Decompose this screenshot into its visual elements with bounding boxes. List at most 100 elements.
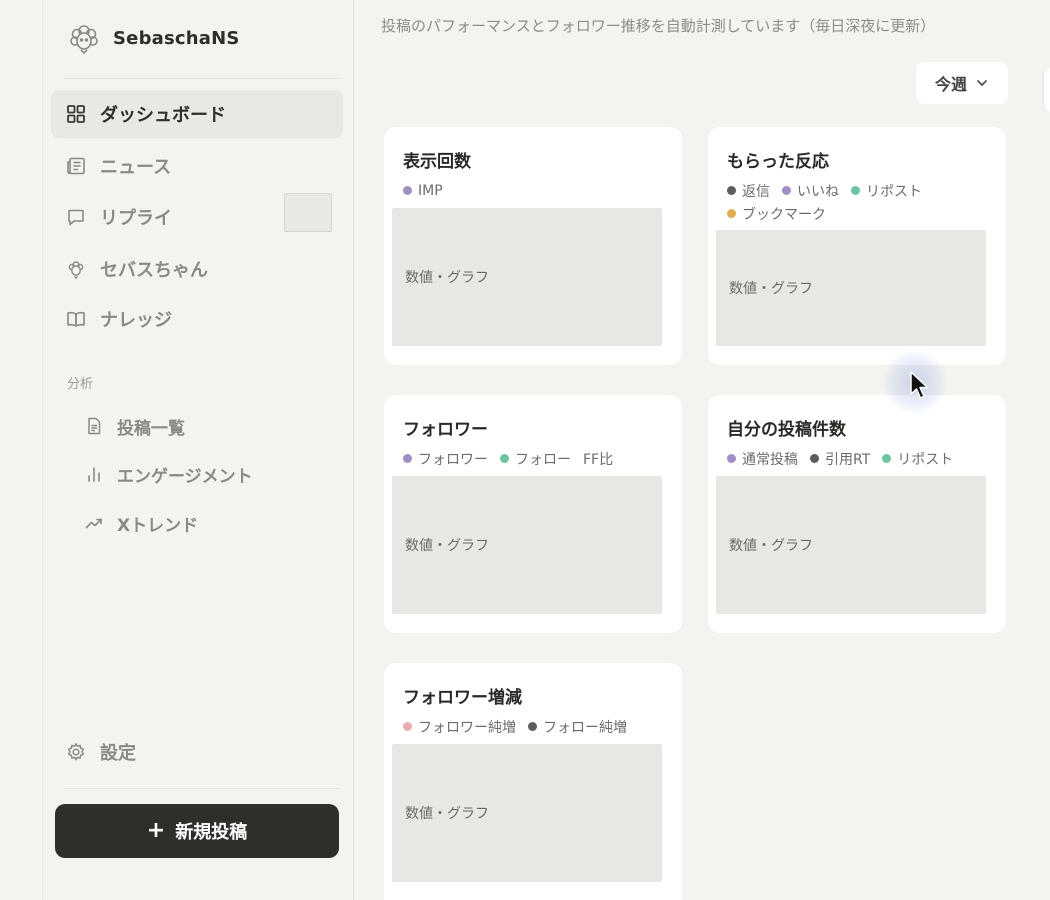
trend-up-icon	[85, 514, 103, 532]
page-subtitle: 投稿のパフォーマンスとフォロワー推移を自動計測しています（毎日深夜に更新）	[381, 17, 936, 35]
sidebar-item-news[interactable]: ニュース	[51, 142, 343, 190]
legend-label: いいね	[797, 183, 839, 200]
legend-dot	[727, 209, 736, 218]
legend-dot	[403, 186, 412, 195]
sebas-logo-icon	[67, 20, 101, 56]
card-title: 表示回数	[403, 152, 471, 172]
sidebar-item-label: Xトレンド	[117, 515, 199, 536]
chart-placeholder: 数値・グラフ	[392, 208, 662, 346]
placeholder-text: 数値・グラフ	[729, 281, 813, 297]
card-title: もらった反応	[727, 152, 829, 172]
legend-item: リポスト	[882, 447, 953, 470]
period-label: 今週	[934, 75, 967, 94]
legend-item: IMP	[403, 179, 443, 202]
card-title: フォロワー増減	[403, 688, 522, 708]
new-post-label: 新規投稿	[175, 822, 248, 843]
legend-label: ブックマーク	[742, 206, 826, 223]
card-own-post-count: 自分の投稿件数 通常投稿 引用RT リポスト 数値・グラフ	[708, 395, 1006, 633]
legend-item: フォロー	[500, 447, 571, 470]
legend-dot	[810, 454, 819, 463]
legend-label: フォロワー	[418, 451, 488, 468]
sidebar-divider	[63, 78, 339, 79]
card-legend: フォロワー フォロー FF比	[403, 447, 668, 470]
sidebar-item-x-trend[interactable]: Xトレンド	[73, 503, 343, 543]
legend-item: 返信	[727, 179, 770, 202]
card-follower-change: フォロワー増減 フォロワー純増 フォロー純増 数値・グラフ	[384, 663, 682, 900]
card-legend: 返信 いいね リポスト ブックマーク	[727, 179, 992, 225]
placeholder-text: 数値・グラフ	[729, 538, 813, 554]
legend-item: フォロワー	[403, 447, 488, 470]
legend-dot	[727, 454, 736, 463]
chart-placeholder: 数値・グラフ	[716, 230, 986, 346]
sidebar-divider	[63, 788, 339, 789]
legend-label: リポスト	[897, 451, 954, 468]
sidebar-item-post-list[interactable]: 投稿一覧	[73, 406, 343, 446]
placeholder-text: 数値・グラフ	[405, 538, 489, 554]
card-title: 自分の投稿件数	[727, 420, 846, 440]
document-icon	[85, 417, 103, 435]
legend-dot	[528, 722, 537, 731]
sidebar-item-engagement[interactable]: エンゲージメント	[73, 454, 343, 494]
legend-item: フォロー純増	[528, 715, 627, 738]
sidebar-item-dashboard[interactable]: ダッシュボード	[51, 90, 343, 138]
sidebar-item-sebas[interactable]: セバスちゃん	[51, 245, 343, 293]
card-legend: IMP	[403, 179, 668, 202]
card-title: フォロワー	[403, 420, 488, 440]
legend-label: フォロワー純増	[418, 719, 516, 736]
placeholder-text: 数値・グラフ	[405, 806, 489, 822]
card-reactions: もらった反応 返信 いいね リポスト ブックマーク 数値・グラフ	[708, 127, 1006, 365]
legend-label: 返信	[742, 183, 770, 200]
sidebar-item-label: ナレッジ	[100, 310, 172, 331]
legend-label: フォロー純増	[543, 719, 627, 736]
side-panel-edge[interactable]	[1043, 68, 1050, 112]
legend-item: リポスト	[851, 179, 922, 202]
legend-label: IMP	[418, 182, 443, 199]
sidebar-item-label: エンゲージメント	[117, 466, 253, 487]
sidebar-item-knowledge[interactable]: ナレッジ	[51, 295, 343, 343]
sebas-mascot-icon	[66, 259, 86, 279]
sidebar-item-label: ニュース	[100, 157, 172, 178]
chevron-down-icon	[975, 76, 989, 90]
legend-item: いいね	[782, 179, 839, 202]
plus-icon: +	[146, 818, 166, 843]
legend-dot	[403, 722, 412, 731]
legend-dot	[500, 454, 509, 463]
sidebar: SebaschaNS ダッシュボード ニュース リプライ セバスちゃん ナレッジ…	[42, 0, 354, 900]
reply-badge-placeholder	[284, 193, 332, 232]
brand-name: SebaschaNS	[113, 27, 240, 49]
sidebar-item-settings[interactable]: 設定	[51, 728, 343, 776]
bar-chart-icon	[85, 465, 103, 483]
sidebar-item-label: 設定	[100, 743, 136, 764]
main-content: 投稿のパフォーマンスとフォロワー推移を自動計測しています（毎日深夜に更新） 今週…	[355, 0, 1050, 900]
placeholder-text: 数値・グラフ	[405, 270, 489, 286]
new-post-button[interactable]: + 新規投稿	[55, 804, 339, 858]
legend-dot	[403, 454, 412, 463]
legend-item: ブックマーク	[727, 202, 826, 225]
mouse-cursor-icon	[910, 371, 929, 399]
legend-dot	[727, 186, 736, 195]
card-followers: フォロワー フォロワー フォロー FF比 数値・グラフ	[384, 395, 682, 633]
legend-dot	[882, 454, 892, 463]
chat-bubble-icon	[66, 207, 86, 227]
period-select[interactable]: 今週	[916, 62, 1008, 104]
legend-item: フォロワー純増	[403, 715, 516, 738]
brand[interactable]: SebaschaNS	[67, 20, 240, 56]
legend-label: 通常投稿	[742, 451, 798, 468]
sidebar-item-label: セバスちゃん	[100, 260, 208, 281]
card-legend: フォロワー純増 フォロー純増	[403, 715, 668, 738]
dashboard-icon	[66, 104, 86, 124]
legend-dot	[851, 186, 860, 195]
analysis-section-label: 分析	[67, 377, 94, 392]
sidebar-item-label: 投稿一覧	[117, 418, 185, 439]
card-legend: 通常投稿 引用RT リポスト	[727, 447, 992, 470]
chart-placeholder: 数値・グラフ	[716, 476, 986, 614]
book-icon	[66, 309, 86, 329]
chart-placeholder: 数値・グラフ	[392, 476, 662, 614]
legend-label: 引用RT	[825, 451, 871, 468]
chart-placeholder: 数値・グラフ	[392, 744, 662, 882]
gear-icon	[66, 742, 86, 762]
card-impressions: 表示回数 IMP 数値・グラフ	[384, 127, 682, 365]
legend-item: 引用RT	[810, 447, 870, 470]
legend-dot	[782, 186, 791, 195]
sidebar-item-label: ダッシュボード	[100, 105, 226, 126]
